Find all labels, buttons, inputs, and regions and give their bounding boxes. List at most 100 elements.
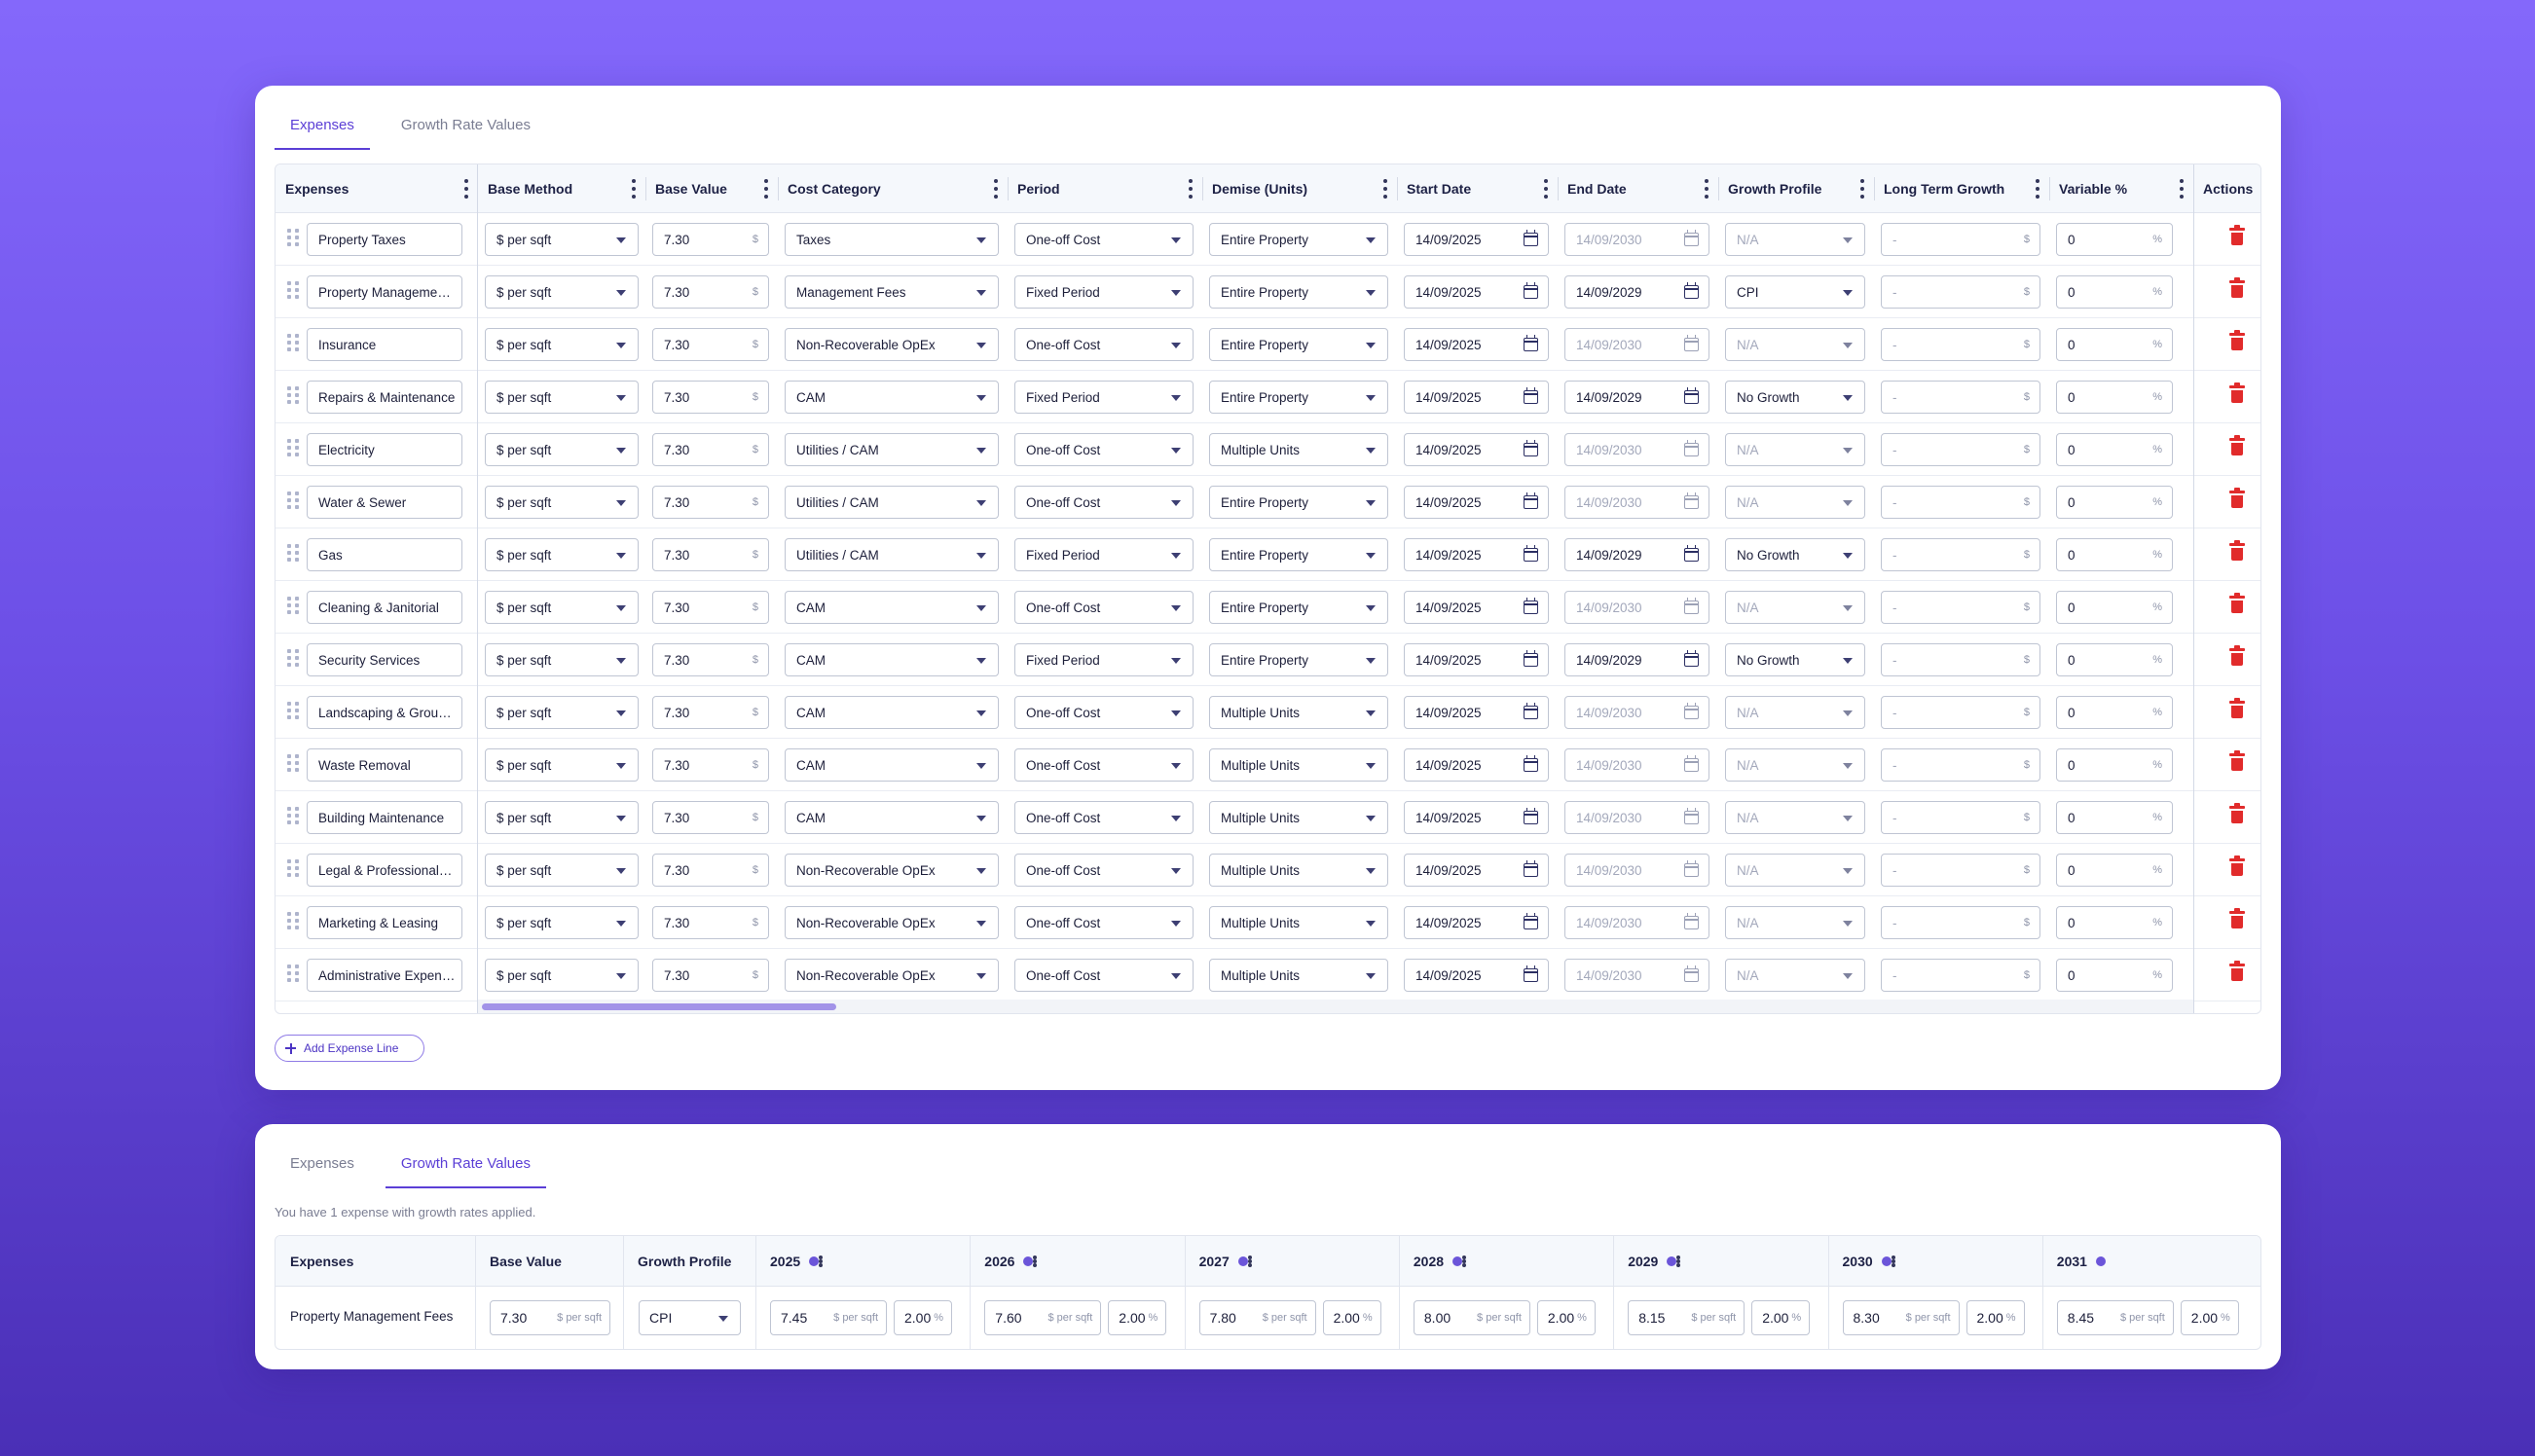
cost-category-select[interactable]: CAM bbox=[785, 748, 999, 782]
growth-profile-select[interactable]: N/A bbox=[1725, 906, 1865, 939]
scrollbar-thumb[interactable] bbox=[482, 1003, 836, 1010]
cost-category-select[interactable]: CAM bbox=[785, 591, 999, 624]
long-term-growth-input[interactable]: - $ bbox=[1881, 223, 2040, 256]
variable-percent-input[interactable]: 0% bbox=[2056, 748, 2173, 782]
growth-profile-select[interactable]: N/A bbox=[1725, 328, 1865, 361]
calendar-icon[interactable] bbox=[1524, 808, 1538, 824]
end-date-input[interactable]: 14/09/2029 bbox=[1564, 538, 1709, 571]
long-term-growth-input[interactable]: - $ bbox=[1881, 591, 2040, 624]
long-term-growth-input[interactable]: - $ bbox=[1881, 748, 2040, 782]
column-header-variable-pct[interactable]: Variable % bbox=[2049, 164, 2193, 213]
growth-profile-select[interactable]: N/A bbox=[1725, 748, 1865, 782]
demise-select[interactable]: Entire Property bbox=[1209, 223, 1388, 256]
start-date-input[interactable]: 14/09/2025 bbox=[1404, 696, 1549, 729]
column-header-end-date[interactable]: End Date bbox=[1558, 164, 1718, 213]
calendar-icon[interactable] bbox=[1524, 755, 1538, 772]
period-select[interactable]: One-off Cost bbox=[1014, 854, 1194, 887]
growth-header-year[interactable]: 2027 bbox=[1185, 1236, 1399, 1287]
start-date-input[interactable]: 14/09/2025 bbox=[1404, 748, 1549, 782]
calendar-icon[interactable] bbox=[1524, 387, 1538, 404]
base-value-input[interactable]: 7.30 $ bbox=[652, 959, 769, 992]
column-header-expenses[interactable]: Expenses bbox=[276, 164, 478, 213]
base-method-select[interactable]: $ per sqft bbox=[485, 328, 639, 361]
base-value-input[interactable]: 7.30 $ bbox=[652, 538, 769, 571]
expense-name-input[interactable]: Repairs & Maintenance bbox=[307, 381, 462, 414]
growth-header-year[interactable]: 2028 bbox=[1399, 1236, 1613, 1287]
start-date-input[interactable]: 14/09/2025 bbox=[1404, 538, 1549, 571]
drag-handle-icon[interactable] bbox=[287, 912, 299, 931]
column-header-period[interactable]: Period bbox=[1008, 164, 1202, 213]
demise-select[interactable]: Multiple Units bbox=[1209, 959, 1388, 992]
base-value-input[interactable]: 7.30 $ bbox=[652, 854, 769, 887]
growth-header-year[interactable]: 2030 bbox=[1828, 1236, 2042, 1287]
long-term-growth-input[interactable]: - $ bbox=[1881, 854, 2040, 887]
calendar-icon[interactable] bbox=[1684, 440, 1699, 456]
expense-name-input[interactable]: Marketing & Leasing bbox=[307, 906, 462, 939]
demise-select[interactable]: Multiple Units bbox=[1209, 801, 1388, 834]
growth-profile-select[interactable]: N/A bbox=[1725, 591, 1865, 624]
base-value-input[interactable]: 7.30 $ bbox=[652, 591, 769, 624]
growth-profile-select[interactable]: N/A bbox=[1725, 696, 1865, 729]
drag-handle-icon[interactable] bbox=[287, 965, 299, 984]
tab-expenses[interactable]: Expenses bbox=[275, 1146, 370, 1188]
year-rate-input[interactable]: 2.00% bbox=[1536, 1300, 1596, 1335]
growth-profile-select[interactable]: N/A bbox=[1725, 486, 1865, 519]
long-term-growth-input[interactable]: - $ bbox=[1881, 486, 2040, 519]
growth-profile-select[interactable]: N/A bbox=[1725, 433, 1865, 466]
calendar-icon[interactable] bbox=[1524, 650, 1538, 667]
long-term-growth-input[interactable]: - $ bbox=[1881, 906, 2040, 939]
growth-header-year[interactable]: 2025 bbox=[755, 1236, 970, 1287]
base-value-input[interactable]: 7.30 $ bbox=[652, 801, 769, 834]
drag-handle-icon[interactable] bbox=[287, 597, 299, 616]
base-method-select[interactable]: $ per sqft bbox=[485, 748, 639, 782]
column-menu-icon[interactable] bbox=[1033, 1256, 1038, 1267]
calendar-icon[interactable] bbox=[1684, 230, 1699, 246]
year-rate-input[interactable]: 2.00% bbox=[1322, 1300, 1381, 1335]
delete-row-trash-icon[interactable] bbox=[2229, 225, 2245, 246]
start-date-input[interactable]: 14/09/2025 bbox=[1404, 328, 1549, 361]
variable-percent-input[interactable]: 0% bbox=[2056, 223, 2173, 256]
year-value-input[interactable]: 8.15 $ per sqft bbox=[1628, 1300, 1745, 1335]
year-value-input[interactable]: 8.00 $ per sqft bbox=[1413, 1300, 1530, 1335]
growth-profile-select[interactable]: CPI bbox=[639, 1300, 741, 1335]
calendar-icon[interactable] bbox=[1684, 282, 1699, 299]
variable-percent-input[interactable]: 0% bbox=[2056, 328, 2173, 361]
base-value-input[interactable]: 7.30 $ bbox=[652, 748, 769, 782]
start-date-input[interactable]: 14/09/2025 bbox=[1404, 801, 1549, 834]
tab-growth-rate-values[interactable]: Growth Rate Values bbox=[386, 107, 546, 150]
delete-row-trash-icon[interactable] bbox=[2229, 698, 2245, 719]
growth-header-expenses[interactable]: Expenses bbox=[276, 1236, 475, 1287]
end-date-input[interactable]: 14/09/2030 bbox=[1564, 906, 1709, 939]
end-date-input[interactable]: 14/09/2030 bbox=[1564, 433, 1709, 466]
drag-handle-icon[interactable] bbox=[287, 229, 299, 248]
long-term-growth-input[interactable]: - $ bbox=[1881, 801, 2040, 834]
period-select[interactable]: Fixed Period bbox=[1014, 538, 1194, 571]
column-header-actions[interactable]: Actions bbox=[2193, 164, 2260, 213]
demise-select[interactable]: Multiple Units bbox=[1209, 748, 1388, 782]
long-term-growth-input[interactable]: - $ bbox=[1881, 696, 2040, 729]
column-menu-icon[interactable] bbox=[764, 179, 768, 199]
period-select[interactable]: Fixed Period bbox=[1014, 643, 1194, 676]
year-rate-input[interactable]: 2.00% bbox=[1108, 1300, 1167, 1335]
start-date-input[interactable]: 14/09/2025 bbox=[1404, 959, 1549, 992]
period-select[interactable]: One-off Cost bbox=[1014, 223, 1194, 256]
demise-select[interactable]: Multiple Units bbox=[1209, 854, 1388, 887]
period-select[interactable]: One-off Cost bbox=[1014, 433, 1194, 466]
cost-category-select[interactable]: Utilities / CAM bbox=[785, 433, 999, 466]
growth-header-year[interactable]: 2029 bbox=[1613, 1236, 1827, 1287]
column-menu-icon[interactable] bbox=[632, 179, 636, 199]
variable-percent-input[interactable]: 0% bbox=[2056, 381, 2173, 414]
base-method-select[interactable]: $ per sqft bbox=[485, 696, 639, 729]
expense-name-input[interactable]: Building Maintenance bbox=[307, 801, 462, 834]
cost-category-select[interactable]: Taxes bbox=[785, 223, 999, 256]
start-date-input[interactable]: 14/09/2025 bbox=[1404, 643, 1549, 676]
start-date-input[interactable]: 14/09/2025 bbox=[1404, 906, 1549, 939]
end-date-input[interactable]: 14/09/2030 bbox=[1564, 854, 1709, 887]
start-date-input[interactable]: 14/09/2025 bbox=[1404, 381, 1549, 414]
base-method-select[interactable]: $ per sqft bbox=[485, 433, 639, 466]
column-menu-icon[interactable] bbox=[1462, 1256, 1467, 1267]
calendar-icon[interactable] bbox=[1524, 598, 1538, 614]
cost-category-select[interactable]: CAM bbox=[785, 801, 999, 834]
column-header-long-term-growth[interactable]: Long Term Growth bbox=[1874, 164, 2049, 213]
variable-percent-input[interactable]: 0% bbox=[2056, 696, 2173, 729]
